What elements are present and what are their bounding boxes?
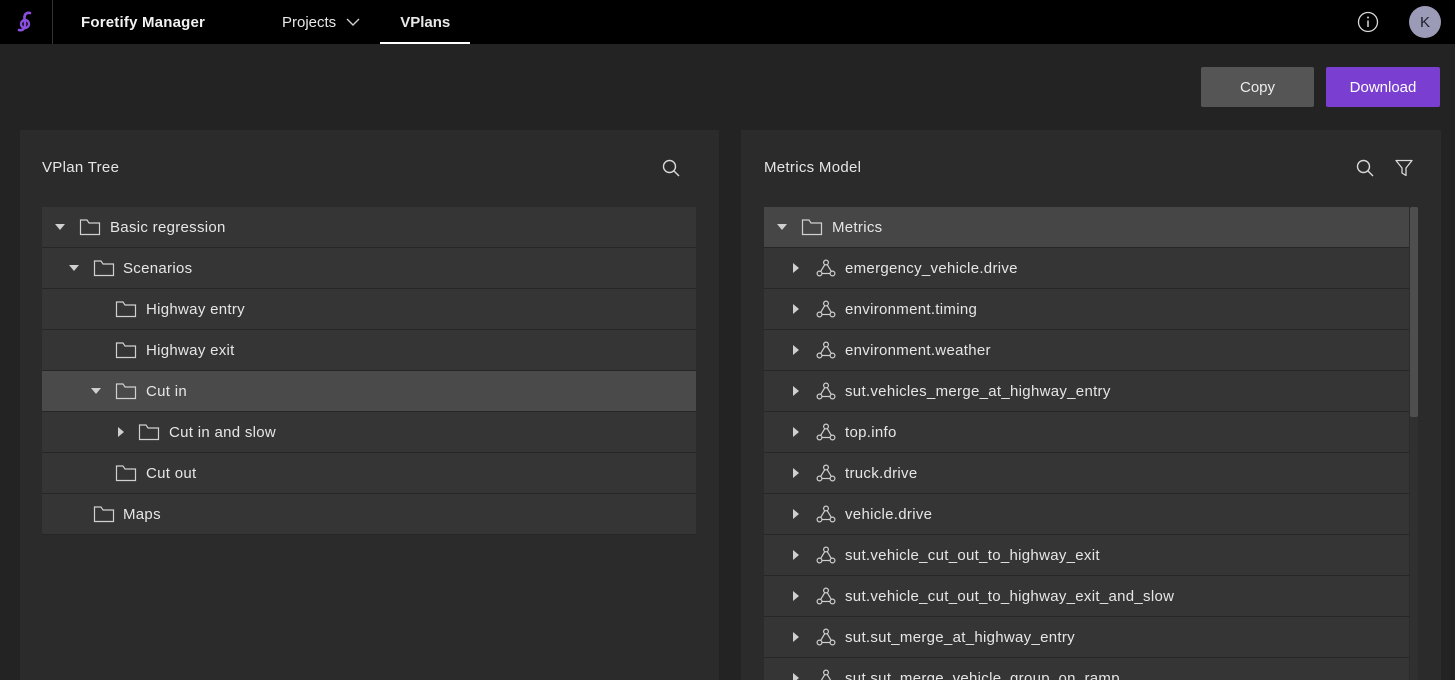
caret-right-icon[interactable] [789, 630, 803, 644]
metric-row[interactable]: sut.sut_merge_at_highway_entry [764, 617, 1409, 658]
logo-icon[interactable] [0, 0, 53, 44]
metric-group-icon [816, 669, 836, 680]
download-button[interactable]: Download [1326, 67, 1440, 107]
metric-row[interactable]: sut.vehicles_merge_at_highway_entry [764, 371, 1409, 412]
tree-row-cut-in[interactable]: Cut in [42, 371, 696, 412]
caret-down-icon[interactable] [775, 220, 789, 234]
metric-row-label: sut.vehicle_cut_out_to_highway_exit_and_… [845, 587, 1175, 605]
metric-group-icon [816, 464, 836, 482]
tree-row-highway-exit[interactable]: Highway exit [42, 330, 696, 371]
caret-right-icon[interactable] [789, 671, 803, 680]
app-title: Foretify Manager [81, 13, 206, 31]
metric-row-label: environment.timing [845, 300, 978, 318]
top-bar: Foretify Manager Projects VPlans K [0, 0, 1455, 44]
metric-row-label: vehicle.drive [845, 505, 933, 523]
avatar[interactable]: K [1409, 6, 1441, 38]
folder-icon [93, 259, 115, 277]
main-nav: Projects VPlans [262, 0, 471, 44]
tree-row-scenarios[interactable]: Scenarios [42, 248, 696, 289]
vplan-tree-panel: VPlan Tree Basic regression Scenarios Hi… [20, 130, 719, 680]
nav-vplans[interactable]: VPlans [380, 0, 471, 44]
folder-icon [79, 218, 101, 236]
caret-right-icon[interactable] [789, 466, 803, 480]
folder-icon [115, 464, 137, 482]
metric-group-icon [816, 300, 836, 318]
copy-button[interactable]: Copy [1201, 67, 1314, 107]
tree-row-maps[interactable]: Maps [42, 494, 696, 535]
caret-right-icon[interactable] [789, 302, 803, 316]
metric-row-label: top.info [845, 423, 897, 441]
folder-icon [115, 341, 137, 359]
nav-projects-label: Projects [282, 13, 337, 31]
metric-group-icon [816, 423, 836, 441]
scrollbar-thumb[interactable] [1410, 207, 1418, 417]
metric-group-icon [816, 587, 836, 605]
metric-row-label: sut.vehicles_merge_at_highway_entry [845, 382, 1111, 400]
tree-row-label: Highway entry [146, 300, 245, 318]
metric-row[interactable]: vehicle.drive [764, 494, 1409, 535]
metric-row-label: environment.weather [845, 341, 991, 359]
info-icon[interactable] [1357, 11, 1379, 33]
tree-row-highway-entry[interactable]: Highway entry [42, 289, 696, 330]
folder-icon [115, 300, 137, 318]
metric-group-icon [816, 259, 836, 277]
caret-down-icon[interactable] [89, 384, 103, 398]
metrics-model-title: Metrics Model [764, 159, 862, 176]
caret-right-icon[interactable] [789, 507, 803, 521]
tree-row-label: Highway exit [146, 341, 235, 359]
filter-icon[interactable] [1394, 158, 1414, 178]
metric-row[interactable]: environment.timing [764, 289, 1409, 330]
metrics-root-label: Metrics [832, 218, 883, 236]
vplan-tree-title: VPlan Tree [42, 159, 120, 176]
folder-icon [115, 382, 137, 400]
folder-icon [93, 505, 115, 523]
tree-row-cut-in-and-slow[interactable]: Cut in and slow [42, 412, 696, 453]
metric-row[interactable]: sut.vehicle_cut_out_to_highway_exit [764, 535, 1409, 576]
tree-row-cut-out[interactable]: Cut out [42, 453, 696, 494]
tree-row-label: Cut in [146, 382, 187, 400]
metric-row[interactable]: sut.sut_merge_vehicle_group_on_ramp [764, 658, 1409, 680]
metric-row[interactable]: emergency_vehicle.drive [764, 248, 1409, 289]
metric-row[interactable]: top.info [764, 412, 1409, 453]
caret-right-icon[interactable] [789, 384, 803, 398]
metric-row[interactable]: environment.weather [764, 330, 1409, 371]
metric-group-icon [816, 382, 836, 400]
tree-row-label: Cut in and slow [169, 423, 277, 441]
caret-right-icon[interactable] [789, 548, 803, 562]
metric-row-label: emergency_vehicle.drive [845, 259, 1018, 277]
caret-right-icon[interactable] [789, 343, 803, 357]
caret-right-icon[interactable] [789, 425, 803, 439]
metric-row-label: truck.drive [845, 464, 918, 482]
metric-group-icon [816, 628, 836, 646]
vplan-tree: Basic regression Scenarios Highway entry… [42, 207, 696, 535]
search-icon[interactable] [1355, 158, 1375, 178]
folder-icon [138, 423, 160, 441]
metrics-tree: Metrics emergency_vehicle.drive environm… [764, 207, 1409, 680]
chevron-down-icon [346, 17, 360, 27]
metric-row-label: sut.sut_merge_vehicle_group_on_ramp [845, 669, 1120, 680]
tree-row-label: Basic regression [110, 218, 226, 236]
metric-group-icon [816, 505, 836, 523]
metrics-model-panel: Metrics Model Metrics emergency_vehicle.… [741, 130, 1441, 680]
metric-row[interactable]: truck.drive [764, 453, 1409, 494]
metric-row-label: sut.sut_merge_at_highway_entry [845, 628, 1075, 646]
caret-right-icon[interactable] [114, 425, 128, 439]
tree-row-label: Scenarios [123, 259, 193, 277]
metric-row-label: sut.vehicle_cut_out_to_highway_exit [845, 546, 1100, 564]
caret-right-icon[interactable] [789, 261, 803, 275]
nav-projects[interactable]: Projects [262, 0, 380, 44]
caret-down-icon[interactable] [53, 220, 67, 234]
folder-icon [801, 218, 823, 236]
nav-vplans-label: VPlans [400, 13, 451, 31]
metrics-root-row[interactable]: Metrics [764, 207, 1409, 248]
tree-row-basic-regression[interactable]: Basic regression [42, 207, 696, 248]
metric-row[interactable]: sut.vehicle_cut_out_to_highway_exit_and_… [764, 576, 1409, 617]
caret-down-icon[interactable] [67, 261, 81, 275]
caret-right-icon[interactable] [789, 589, 803, 603]
search-icon[interactable] [661, 158, 681, 178]
metric-group-icon [816, 341, 836, 359]
metric-group-icon [816, 546, 836, 564]
tree-row-label: Cut out [146, 464, 197, 482]
tree-row-label: Maps [123, 505, 161, 523]
